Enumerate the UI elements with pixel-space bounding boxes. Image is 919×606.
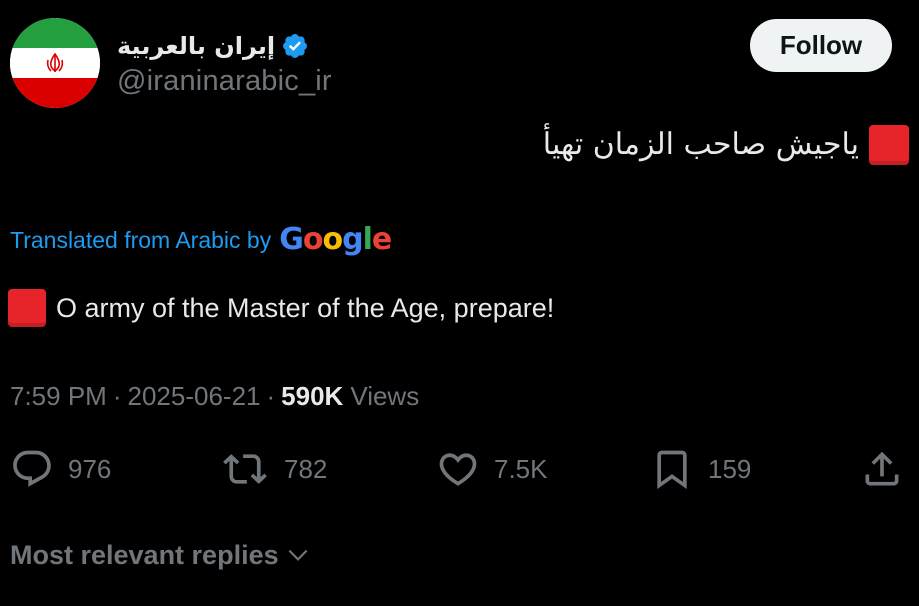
reply-icon bbox=[13, 450, 51, 487]
post-translated-text: O army of the Master of the Age, prepare… bbox=[8, 288, 554, 328]
share-button[interactable] bbox=[860, 444, 904, 494]
avatar[interactable] bbox=[10, 18, 100, 108]
google-logo: Google bbox=[279, 222, 392, 257]
action-bar: 976 782 7.5K 159 bbox=[0, 444, 919, 494]
meta-separator: · bbox=[112, 380, 122, 411]
bookmark-count: 159 bbox=[708, 453, 752, 484]
author-handle[interactable]: @iraninarabic_ir bbox=[117, 62, 332, 100]
post-date[interactable]: 2025-06-21 bbox=[128, 381, 261, 412]
red-square-emoji-icon bbox=[869, 125, 909, 165]
meta-separator: · bbox=[266, 380, 276, 411]
red-square-emoji-icon bbox=[8, 289, 46, 327]
replies-sort-dropdown[interactable]: Most relevant replies bbox=[10, 536, 311, 574]
author-display-name[interactable]: إيران بالعربية bbox=[117, 28, 275, 64]
translation-label[interactable]: Translated from Arabic by bbox=[10, 227, 271, 254]
iran-flag-icon bbox=[10, 18, 100, 108]
like-button[interactable]: 7.5K bbox=[436, 444, 548, 494]
heart-icon bbox=[439, 453, 477, 486]
replies-sort-label: Most relevant replies bbox=[10, 539, 279, 570]
repost-button[interactable]: 782 bbox=[220, 444, 327, 494]
follow-button[interactable]: Follow bbox=[750, 19, 892, 72]
bookmark-icon bbox=[657, 450, 687, 490]
like-count: 7.5K bbox=[494, 453, 548, 484]
bookmark-button[interactable]: 159 bbox=[650, 444, 751, 494]
author-name-row[interactable]: إيران بالعربية bbox=[117, 28, 309, 64]
share-icon bbox=[865, 451, 899, 486]
chevron-down-icon bbox=[288, 549, 308, 561]
reply-count: 976 bbox=[68, 453, 112, 484]
post-time[interactable]: 7:59 PM bbox=[10, 381, 107, 412]
verified-badge-icon bbox=[281, 32, 309, 60]
repost-icon bbox=[223, 454, 267, 484]
translation-notice[interactable]: Translated from Arabic by Google bbox=[10, 222, 392, 258]
post-translated-text-content: O army of the Master of the Age, prepare… bbox=[56, 292, 555, 323]
views-label: Views bbox=[350, 380, 420, 411]
post-original-text: ياجيش صاحب الزمان تهيأ bbox=[543, 118, 909, 172]
repost-count: 782 bbox=[284, 453, 328, 484]
views-count: 590K bbox=[281, 380, 344, 411]
post-original-text-content: ياجيش صاحب الزمان تهيأ bbox=[542, 127, 859, 162]
reply-button[interactable]: 976 bbox=[10, 444, 111, 494]
post-meta: 7:59 PM · 2025-06-21 · 590K Views bbox=[10, 378, 419, 414]
